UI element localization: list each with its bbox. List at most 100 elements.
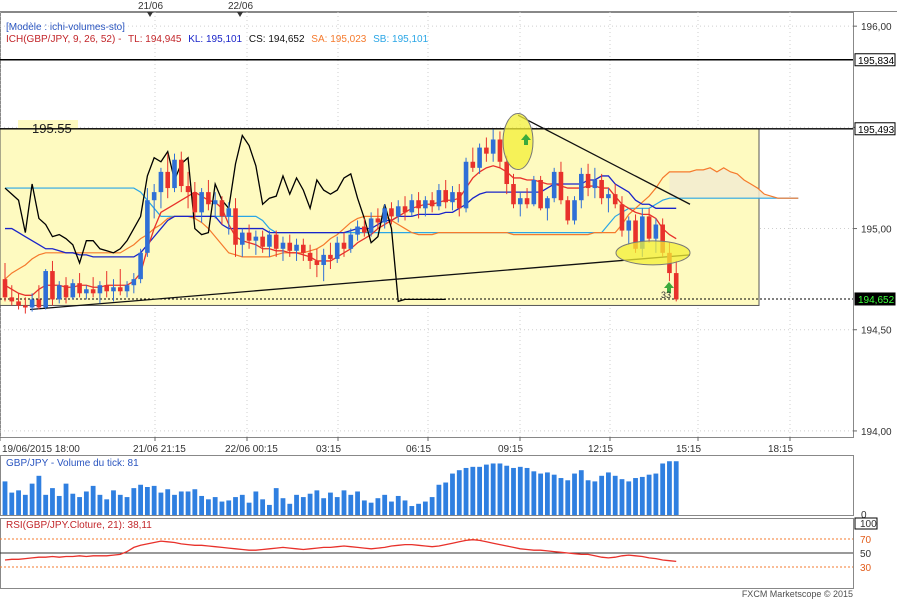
candle-body — [416, 200, 421, 209]
footer-credit: FXCM Marketscope © 2015 — [741, 589, 853, 599]
candle-body — [375, 218, 381, 223]
candle-body — [619, 204, 625, 231]
volume-bar — [144, 487, 150, 515]
candle-body — [185, 186, 191, 193]
candle-body — [511, 184, 516, 205]
ichimoku-legend: ICH(GBP/JPY, 9, 26, 52) - TL: 194,945 KL… — [6, 34, 432, 46]
price-axis: 196,00195,50195,00194,50194,00195,834195… — [853, 12, 896, 438]
candle-body — [368, 218, 374, 233]
volume-bar — [233, 497, 238, 515]
chart-stage[interactable]: 195.55 33 196,00195,50195,00194,50194,00… — [0, 0, 897, 600]
candle-body — [626, 220, 632, 231]
candle-body — [145, 200, 150, 253]
top-date-label: 21/06 — [138, 1, 163, 12]
candle-body — [436, 190, 442, 207]
candle-body — [470, 161, 476, 168]
volume-panel[interactable]: GBP/JPY - Volume du tick: 810 — [2, 458, 867, 521]
candle-body — [50, 271, 55, 300]
volume-bar — [551, 474, 557, 515]
candle-body — [29, 299, 35, 308]
candle-body — [84, 289, 89, 294]
candle-body — [158, 171, 164, 193]
candle-body — [429, 200, 435, 207]
volume-bar — [314, 490, 320, 515]
candle-body — [348, 234, 354, 249]
volume-bar — [422, 501, 428, 515]
candle-body — [477, 147, 482, 168]
volume-bar — [117, 494, 123, 515]
candle-body — [240, 232, 245, 245]
volume-bar — [429, 497, 435, 515]
volume-bar — [178, 491, 184, 515]
volume-bar — [246, 502, 252, 515]
volume-bar — [29, 483, 35, 515]
candle-body — [551, 171, 557, 199]
rsi-tick-label: 100 — [860, 519, 877, 530]
candle-body — [524, 198, 530, 205]
legend-tenkan: TL: 194,945 — [128, 34, 182, 45]
candle-body — [592, 179, 598, 189]
rsi-tick-label: 70 — [860, 535, 872, 546]
volume-bar — [131, 488, 137, 515]
volume-bar — [483, 464, 489, 515]
volume-bar — [355, 491, 360, 515]
top-date-label: 22/06 — [228, 1, 253, 12]
volume-bar — [97, 494, 103, 515]
candle-body — [104, 285, 109, 292]
top-date-marker-icon — [237, 12, 243, 17]
volume-bar — [253, 491, 259, 515]
volume-bar — [368, 502, 374, 515]
candle-body — [517, 198, 523, 205]
volume-bar — [300, 497, 306, 515]
volume-bar — [77, 497, 82, 515]
volume-bar — [389, 501, 394, 515]
volume-bar — [83, 491, 89, 515]
candle-body — [558, 171, 564, 201]
volume-bar — [490, 463, 496, 515]
candle-body — [423, 200, 428, 209]
candle-body — [301, 244, 306, 253]
candle-body — [382, 208, 387, 223]
candle-body — [334, 242, 340, 259]
volume-bar — [673, 461, 679, 515]
candle-body — [484, 147, 489, 154]
volume-bar — [592, 481, 598, 515]
candle-body — [585, 173, 591, 189]
volume-bar — [294, 494, 299, 515]
legend-senkou-a: SA: 195,023 — [311, 34, 367, 45]
candle-body — [219, 200, 225, 217]
candle-body — [124, 285, 130, 292]
volume-bar — [63, 483, 69, 515]
volume-bar — [470, 466, 476, 515]
candle-body — [172, 159, 177, 189]
legend-indicator: ICH(GBP/JPY, 9, 26, 52) - — [6, 34, 122, 45]
price-tick-label: 196,00 — [861, 22, 892, 33]
volume-bar — [639, 476, 645, 515]
candle-body — [16, 301, 21, 306]
highlight-ellipse-bottom — [615, 240, 691, 266]
volume-bar — [321, 498, 327, 515]
template-label: [Modèle : ichi-volumes-sto] — [6, 22, 125, 33]
volume-bar — [16, 490, 21, 515]
bar-marker: 33 — [661, 290, 671, 300]
volume-bar — [50, 488, 55, 515]
rsi-line — [4, 539, 677, 563]
candle-body — [199, 192, 204, 213]
rsi-panel[interactable]: RSI(GBP/JPY.Cloture, 21): 38,11 100 70 50 30 — [0, 517, 878, 574]
volume-bar — [165, 489, 171, 515]
candle-body — [463, 161, 469, 209]
volume-bar — [626, 481, 632, 515]
volume-bar — [402, 500, 408, 515]
candle-body — [246, 232, 252, 241]
volume-bar — [504, 465, 510, 515]
volume-bar — [572, 473, 577, 515]
volume-bar — [545, 472, 550, 515]
candle-body — [111, 287, 116, 292]
candle-body — [253, 236, 259, 241]
volume-bar — [56, 495, 62, 515]
legend-kijun: KL: 195,101 — [188, 34, 243, 45]
candle-body — [192, 192, 198, 213]
candle-body — [23, 305, 28, 308]
volume-bar — [280, 498, 286, 515]
top-date-marker-icon — [147, 12, 153, 17]
